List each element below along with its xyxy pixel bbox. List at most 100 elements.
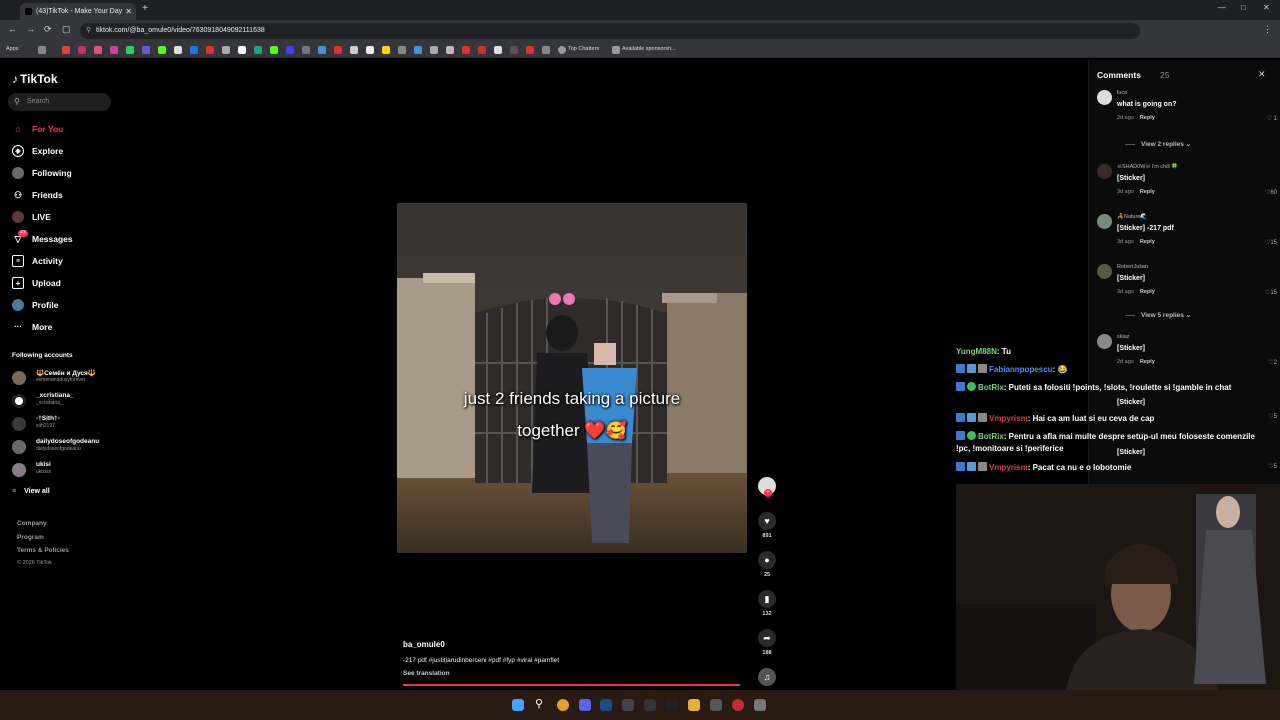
avatar[interactable] [1097,90,1112,105]
video-progress-bar[interactable] [403,684,740,686]
windows-start-icon[interactable] [512,699,524,711]
bookmark-icon[interactable] [142,46,150,54]
comment-like-button[interactable]: ♡60 [1265,189,1277,196]
bookmark-icon[interactable] [494,46,502,54]
footer-terms-link[interactable]: Terms & Policies [17,547,69,554]
reload-icon[interactable]: ⟳ [44,24,52,35]
bookmark-icon[interactable] [430,46,438,54]
search-icon[interactable]: ⚲ [535,697,547,710]
url-field[interactable]: ⚲ tiktok.com/@ba_omule0/video/7630918049… [80,23,1140,39]
reply-button[interactable]: Reply [1140,289,1155,295]
video-player[interactable]: just 2 friends taking a picture together… [397,203,747,553]
bookmark-icon[interactable] [398,46,406,54]
avatar[interactable] [1097,214,1112,229]
forward-icon[interactable]: → [26,24,35,34]
share-icon: ➦ [758,629,776,647]
bookmark-icon[interactable] [110,46,118,54]
bookmark-icon[interactable] [126,46,134,54]
comment-like-button[interactable]: ♡ 1 [1267,115,1277,122]
bookmark-icon[interactable] [558,46,566,54]
bookmark-icon[interactable] [38,46,46,54]
footer-program-link[interactable]: Program [17,534,44,541]
discord-icon[interactable] [579,699,591,711]
bookmark-icon[interactable] [190,46,198,54]
avatar[interactable] [1097,164,1112,179]
close-window-icon[interactable]: ✕ [1263,3,1270,12]
bookmark-icon[interactable] [526,46,534,54]
app-icon[interactable] [666,699,678,711]
back-icon[interactable]: ← [8,24,17,34]
bookmark-icon[interactable] [174,46,182,54]
bookmark-icon[interactable] [382,46,390,54]
reply-button[interactable]: Reply [1140,239,1155,245]
comment-button[interactable]: ● 25 [757,551,777,578]
bookmark-icon[interactable] [612,46,620,54]
verified-icon [967,431,976,440]
see-translation-link[interactable]: See translation [403,670,450,677]
view-all-link[interactable]: ≡ View all [12,488,50,495]
app-icon[interactable] [732,699,744,711]
video-author[interactable]: ba_omule0 [403,640,445,649]
comment-like-button[interactable]: ♡5 [1268,413,1277,420]
bookmark-apps[interactable]: Apps [6,46,19,52]
bookmark-icon[interactable] [478,46,486,54]
close-tab-icon[interactable]: ✕ [125,3,132,20]
bookmark-icon[interactable] [270,46,278,54]
new-tab-button[interactable]: + [142,3,148,14]
app-icon[interactable] [710,699,722,711]
bookmark-icon[interactable] [446,46,454,54]
sound-disc-button[interactable]: ♫ [757,668,777,686]
bookmark-top-chatters[interactable]: Top Chatters [568,46,599,52]
browser-tab[interactable]: (43)TikTok - Make Your Day ✕ [20,3,136,20]
bookmark-icon[interactable] [62,46,70,54]
bookmark-icon[interactable] [510,46,518,54]
follow-plus-icon[interactable]: + [764,489,772,497]
app-icon[interactable] [622,699,634,711]
author-avatar-button[interactable]: + [757,477,777,497]
bookmark-icon[interactable] [78,46,86,54]
bookmark-icon[interactable] [318,46,326,54]
bookmark-icon[interactable] [334,46,342,54]
bookmark-icon[interactable] [286,46,294,54]
site-info-icon[interactable]: ⚲ [86,23,91,39]
maximize-icon[interactable]: □ [1241,3,1246,12]
bookmark-icon[interactable] [158,46,166,54]
search-input[interactable]: ⚲ Search [8,93,111,111]
reply-button[interactable]: Reply [1140,115,1155,121]
comment-like-button[interactable]: ♡2 [1268,359,1277,366]
bookmark-icon[interactable] [366,46,374,54]
browser-menu-icon[interactable]: ⋮ [1263,24,1272,35]
app-icon[interactable] [644,699,656,711]
chrome-icon[interactable] [557,699,569,711]
side-panel-icon[interactable]: ▢ [62,24,71,35]
save-button[interactable]: ▮ 132 [757,590,777,617]
bookmark-icon[interactable] [302,46,310,54]
comment-like-button[interactable]: ♡5 [1268,463,1277,470]
comment-like-button[interactable]: ♡15 [1265,289,1277,296]
minimize-icon[interactable]: — [1218,3,1226,12]
bookmark-icon[interactable] [206,46,214,54]
steam-icon[interactable] [600,699,612,711]
bookmark-icon[interactable] [222,46,230,54]
tiktok-logo[interactable]: ♪ TikTok [12,72,58,86]
view-replies-button[interactable]: View 5 replies ⌄ [1125,311,1191,319]
bookmark-icon[interactable] [414,46,422,54]
reply-button[interactable]: Reply [1140,189,1155,195]
share-button[interactable]: ➦ 188 [757,629,777,656]
bookmark-icon[interactable] [542,46,550,54]
bookmark-sponsorships[interactable]: Available sponsorsh... [622,46,676,52]
bookmark-icon[interactable] [254,46,262,54]
file-explorer-icon[interactable] [688,699,700,711]
bookmark-icon[interactable] [238,46,246,54]
app-icon[interactable] [754,699,766,711]
like-button[interactable]: ♥ 891 [757,512,777,539]
bookmark-icon[interactable] [462,46,470,54]
close-comments-icon[interactable]: ✕ [1258,69,1266,80]
avatar [12,440,26,454]
view-replies-button[interactable]: View 2 replies ⌄ [1125,140,1191,148]
avatar[interactable] [1097,264,1112,279]
comment-like-button[interactable]: ♡15 [1265,239,1277,246]
bookmark-icon[interactable] [94,46,102,54]
bookmark-icon[interactable] [350,46,358,54]
footer-company-link[interactable]: Company [17,520,47,527]
